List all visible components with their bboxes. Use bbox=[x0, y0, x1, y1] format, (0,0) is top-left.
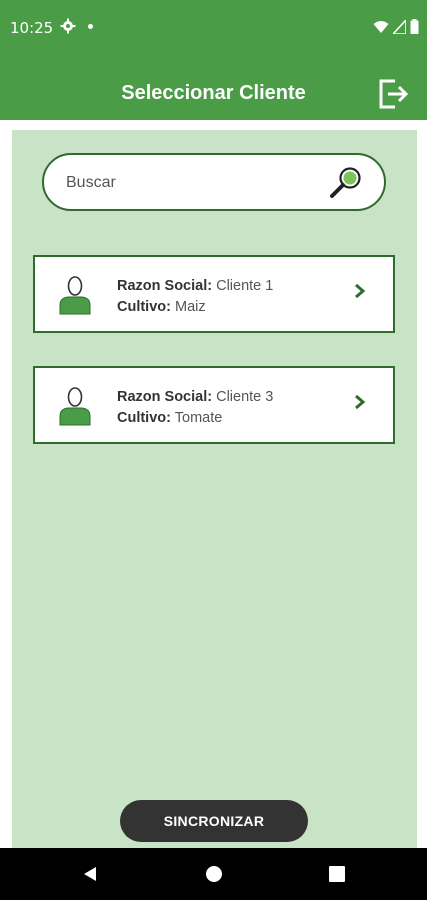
search-icon[interactable] bbox=[328, 165, 364, 201]
cultivo-value: Tomate bbox=[174, 410, 223, 426]
razon-social-line: Razon Social: Cliente 1 bbox=[117, 276, 273, 297]
notification-dot-icon bbox=[88, 24, 93, 29]
chevron-right-icon bbox=[355, 283, 366, 299]
recents-button[interactable] bbox=[325, 862, 349, 886]
toolbar: Seleccionar Cliente bbox=[0, 56, 427, 120]
sync-button[interactable]: SINCRONIZAR bbox=[120, 800, 308, 842]
cultivo-line: Cultivo: Tomate bbox=[117, 408, 273, 429]
user-avatar-icon bbox=[59, 276, 91, 315]
status-time: 10:25 bbox=[10, 19, 54, 37]
content-area: Razon Social: Cliente 1 Cultivo: Maiz Ra… bbox=[12, 130, 417, 848]
client-card[interactable]: Razon Social: Cliente 3 Cultivo: Tomate bbox=[33, 366, 395, 444]
home-icon bbox=[206, 866, 222, 882]
search-input[interactable] bbox=[66, 169, 316, 197]
gear-icon bbox=[60, 18, 76, 34]
client-card[interactable]: Razon Social: Cliente 1 Cultivo: Maiz bbox=[33, 255, 395, 333]
signal-icon bbox=[393, 19, 406, 34]
cultivo-line: Cultivo: Maiz bbox=[117, 297, 273, 318]
page-title: Seleccionar Cliente bbox=[121, 82, 306, 104]
status-icons bbox=[373, 19, 419, 34]
wifi-icon bbox=[373, 20, 389, 33]
cultivo-label: Cultivo: bbox=[117, 410, 171, 426]
razon-social-value: Cliente 1 bbox=[216, 278, 274, 294]
client-info: Razon Social: Cliente 3 Cultivo: Tomate bbox=[117, 387, 273, 429]
battery-icon bbox=[410, 19, 419, 34]
back-icon bbox=[84, 867, 96, 881]
cultivo-label: Cultivo: bbox=[117, 299, 171, 315]
user-avatar-icon bbox=[59, 387, 91, 426]
chevron-right-icon bbox=[355, 394, 366, 410]
razon-social-label: Razon Social: bbox=[117, 278, 213, 294]
back-button[interactable] bbox=[78, 862, 102, 886]
razon-social-label: Razon Social: bbox=[117, 389, 213, 405]
home-button[interactable] bbox=[202, 862, 226, 886]
search-box[interactable] bbox=[42, 153, 386, 211]
razon-social-line: Razon Social: Cliente 3 bbox=[117, 387, 273, 408]
logout-icon bbox=[379, 79, 409, 109]
status-bar: 10:25 bbox=[0, 0, 427, 56]
logout-button[interactable] bbox=[376, 76, 410, 112]
recents-icon bbox=[329, 866, 345, 882]
cultivo-value: Maiz bbox=[175, 299, 206, 315]
navigation-bar bbox=[0, 848, 427, 900]
client-info: Razon Social: Cliente 1 Cultivo: Maiz bbox=[117, 276, 273, 318]
razon-social-value: Cliente 3 bbox=[216, 389, 274, 405]
